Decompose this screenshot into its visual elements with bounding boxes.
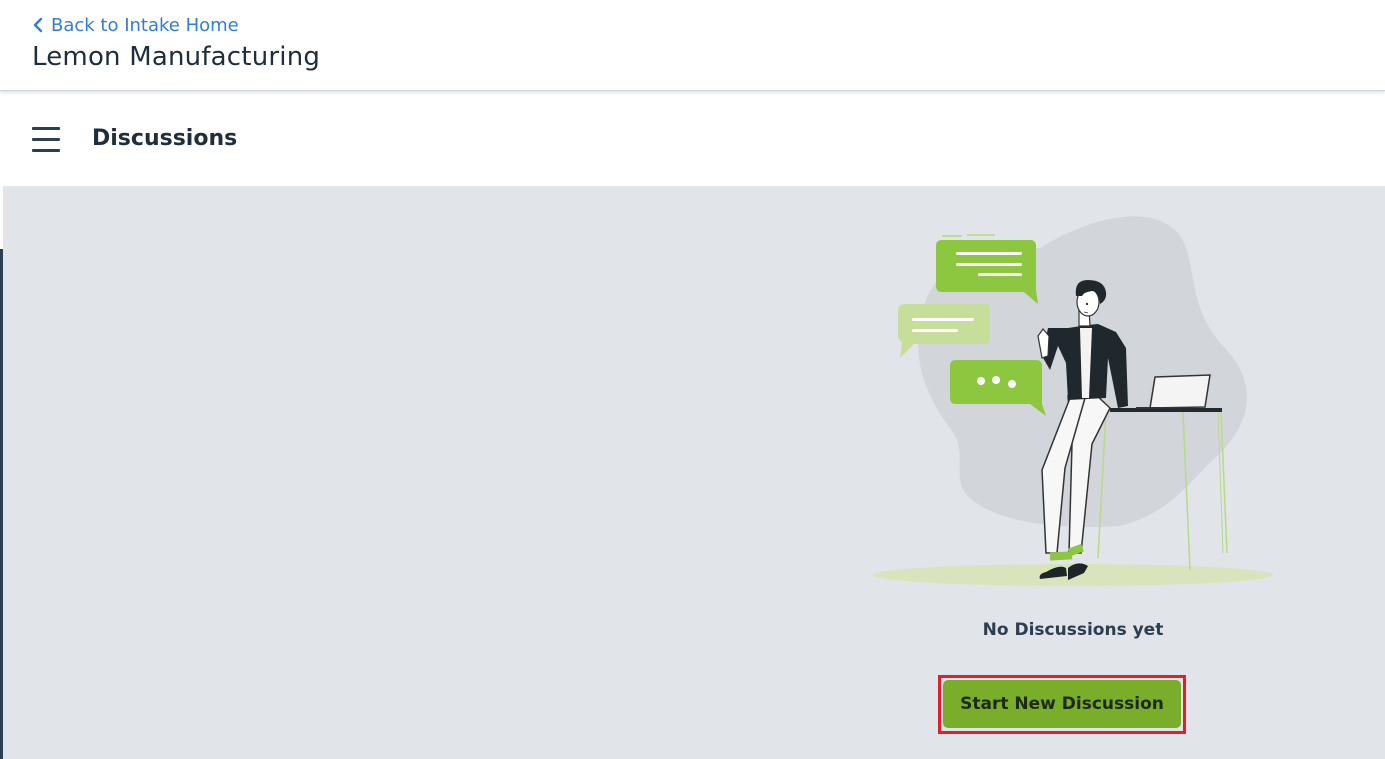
page-title: Lemon Manufacturing — [32, 42, 321, 72]
empty-discussions-illustration — [873, 216, 1273, 586]
hamburger-menu-icon[interactable] — [32, 126, 62, 152]
back-to-intake-home-link[interactable]: Back to Intake Home — [31, 14, 239, 36]
left-border-bottom — [0, 249, 3, 759]
page-header: Back to Intake Home Lemon Manufacturing — [0, 0, 1385, 91]
start-new-discussion-button[interactable]: Start New Discussion — [943, 680, 1181, 728]
back-link-label: Back to Intake Home — [51, 14, 239, 36]
chevron-left-icon — [33, 17, 43, 33]
section-title: Discussions — [92, 126, 238, 151]
no-discussions-message: No Discussions yet — [982, 620, 1164, 640]
